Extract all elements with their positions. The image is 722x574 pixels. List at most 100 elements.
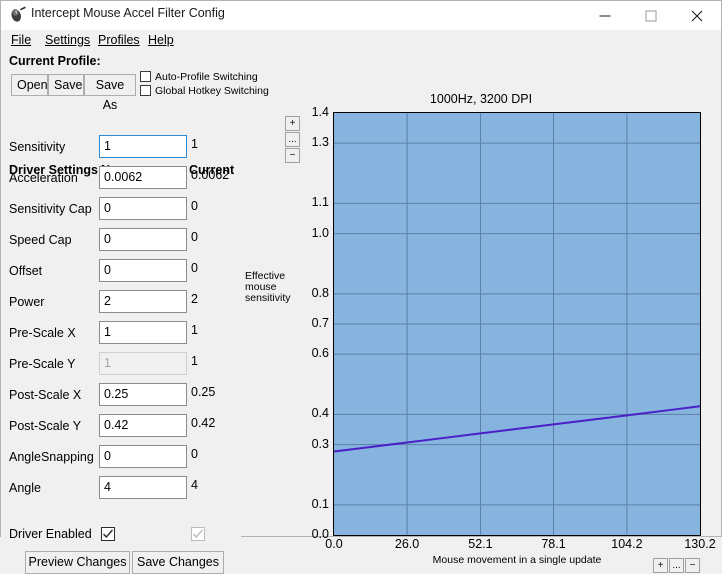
menu-item-profiles-label: Profiles — [98, 33, 140, 47]
check-icon — [102, 529, 114, 539]
chart-y-axis-ticks: 0.0 0.1 0.3 0.4 0.6 0.7 0.8 1.0 1.1 1.3 1.4 — [279, 105, 329, 541]
y-tick-label: 0.6 — [311, 346, 329, 361]
driver-enabled-row: Driver Enabled — [1, 524, 241, 546]
setting-input[interactable]: 1 — [99, 321, 187, 344]
title-bar: Intercept Mouse Accel Filter Config — [1, 1, 721, 30]
y-tick-label: 0.7 — [311, 316, 329, 330]
settings-row: Post-Scale X 0.25 0.25 — [1, 382, 241, 413]
setting-input[interactable]: 1 — [99, 135, 187, 158]
setting-current-value: 0 — [191, 230, 198, 244]
current-profile-label: Current Profile: — [9, 54, 101, 68]
setting-input[interactable]: 0.25 — [99, 383, 187, 406]
setting-label: AngleSnapping — [9, 450, 94, 464]
plot-area[interactable] — [333, 112, 701, 536]
setting-input[interactable]: 0 — [99, 259, 187, 282]
mouse-icon — [9, 6, 27, 24]
settings-row: Acceleration 0.0062 0.0062 — [1, 165, 241, 196]
setting-label: Acceleration — [9, 171, 78, 185]
setting-current-value: 1 — [191, 354, 198, 368]
x-zoom-in-button[interactable]: + — [653, 558, 668, 573]
close-icon[interactable] — [674, 1, 720, 30]
y-zoom-menu-button[interactable]: ... — [285, 132, 300, 147]
chart-x-axis-ticks: 0.0 26.0 52.1 78.1 104.2 130.2 — [325, 537, 715, 555]
app-window: Intercept Mouse Accel Filter Config File… — [0, 0, 722, 574]
preview-changes-button[interactable]: Preview Changes — [25, 551, 130, 574]
setting-input[interactable]: 4 — [99, 476, 187, 499]
setting-input[interactable]: 0 — [99, 228, 187, 251]
maximize-icon[interactable] — [628, 1, 674, 30]
save-changes-button[interactable]: Save Changes — [132, 551, 224, 574]
setting-label: Angle — [9, 481, 41, 495]
setting-input[interactable]: 0.0062 — [99, 166, 187, 189]
check-icon — [192, 529, 204, 539]
setting-label: Speed Cap — [9, 233, 72, 247]
checkbox-icon — [140, 85, 151, 96]
x-zoom-menu-button[interactable]: ... — [669, 558, 684, 573]
setting-input: 1 — [99, 352, 187, 375]
setting-label: Pre-Scale Y — [9, 357, 76, 371]
y-tick-label: 0.4 — [311, 406, 329, 421]
setting-current-value: 0.0062 — [191, 168, 230, 182]
save-profile-button[interactable]: Save — [48, 74, 84, 96]
settings-row: Power 2 2 — [1, 289, 241, 320]
setting-label: Pre-Scale X — [9, 326, 76, 340]
setting-input[interactable]: 2 — [99, 290, 187, 313]
y-zoom-out-button[interactable]: − — [285, 148, 300, 163]
setting-current-value: 0.42 — [191, 416, 216, 430]
menu-item-settings[interactable]: Settings — [41, 31, 94, 49]
y-zoom-in-button[interactable]: + — [285, 116, 300, 131]
y-tick-label: 0.1 — [311, 496, 329, 511]
y-tick-label: 1.1 — [311, 195, 329, 210]
menu-item-file[interactable]: File — [7, 31, 35, 49]
settings-row: Speed Cap 0 0 — [1, 227, 241, 258]
setting-current-value: 0 — [191, 199, 198, 213]
menu-item-help[interactable]: Help — [144, 31, 178, 49]
menu-item-file-label: File — [11, 33, 32, 47]
menu-item-settings-label: Settings — [45, 33, 91, 47]
x-zoom-out-button[interactable]: − — [685, 558, 700, 573]
setting-label: Power — [9, 295, 45, 309]
x-tick-label: 52.1 — [468, 537, 493, 551]
settings-row: Post-Scale Y 0.42 0.42 — [1, 413, 241, 444]
y-tick-label: 1.0 — [311, 225, 329, 240]
setting-current-value: 4 — [191, 478, 198, 492]
chart-x-axis-label: Mouse movement in a single update — [432, 554, 602, 566]
setting-input[interactable]: 0 — [99, 197, 187, 220]
minimize-icon[interactable] — [582, 1, 628, 30]
x-tick-label: 0.0 — [325, 537, 343, 551]
menu-bar: File Settings Profiles Help — [1, 30, 721, 50]
setting-current-value: 0 — [191, 447, 198, 461]
chart-title: 1000Hz, 3200 DPI — [429, 92, 533, 106]
setting-label: Post-Scale X — [9, 388, 82, 402]
save-as-profile-button[interactable]: Save As — [84, 74, 136, 112]
open-profile-button[interactable]: Open — [11, 74, 48, 96]
settings-row: AngleSnapping 0 0 — [1, 444, 241, 475]
setting-current-value: 1 — [191, 323, 198, 337]
x-tick-label: 130.2 — [684, 537, 716, 551]
settings-row: Offset 0 0 — [1, 258, 241, 289]
window-title: Intercept Mouse Accel Filter Config — [31, 6, 225, 20]
settings-row: Pre-Scale Y 11 — [1, 351, 241, 382]
settings-row: Angle 4 4 — [1, 475, 241, 506]
x-tick-label: 26.0 — [394, 537, 420, 551]
setting-label: Offset — [9, 264, 43, 278]
menu-item-profiles[interactable]: Profiles — [94, 31, 144, 49]
setting-current-value: 0 — [191, 261, 198, 275]
setting-label: Sensitivity — [9, 140, 66, 154]
setting-label: Post-Scale Y — [9, 419, 82, 433]
setting-label: Sensitivity Cap — [9, 202, 92, 216]
plot-canvas — [334, 113, 700, 535]
checkbox-icon — [140, 71, 151, 82]
chart-panel: 1000Hz, 3200 DPI Effective mouse sensiti… — [241, 50, 721, 573]
driver-enabled-current-checkbox — [191, 527, 205, 541]
setting-input[interactable]: 0.42 — [99, 414, 187, 437]
x-tick-label: 104.2 — [611, 537, 643, 551]
y-tick-label: 0.8 — [311, 285, 329, 300]
y-tick-label: 0.3 — [311, 436, 329, 451]
settings-row: Sensitivity Cap 0 0 — [1, 196, 241, 227]
driver-enabled-label: Driver Enabled — [9, 527, 92, 541]
driver-enabled-new-checkbox[interactable] — [101, 527, 115, 541]
settings-row: Sensitivity 1 1 — [1, 134, 241, 165]
setting-input[interactable]: 0 — [99, 445, 187, 468]
setting-current-value: 0.25 — [191, 385, 216, 399]
